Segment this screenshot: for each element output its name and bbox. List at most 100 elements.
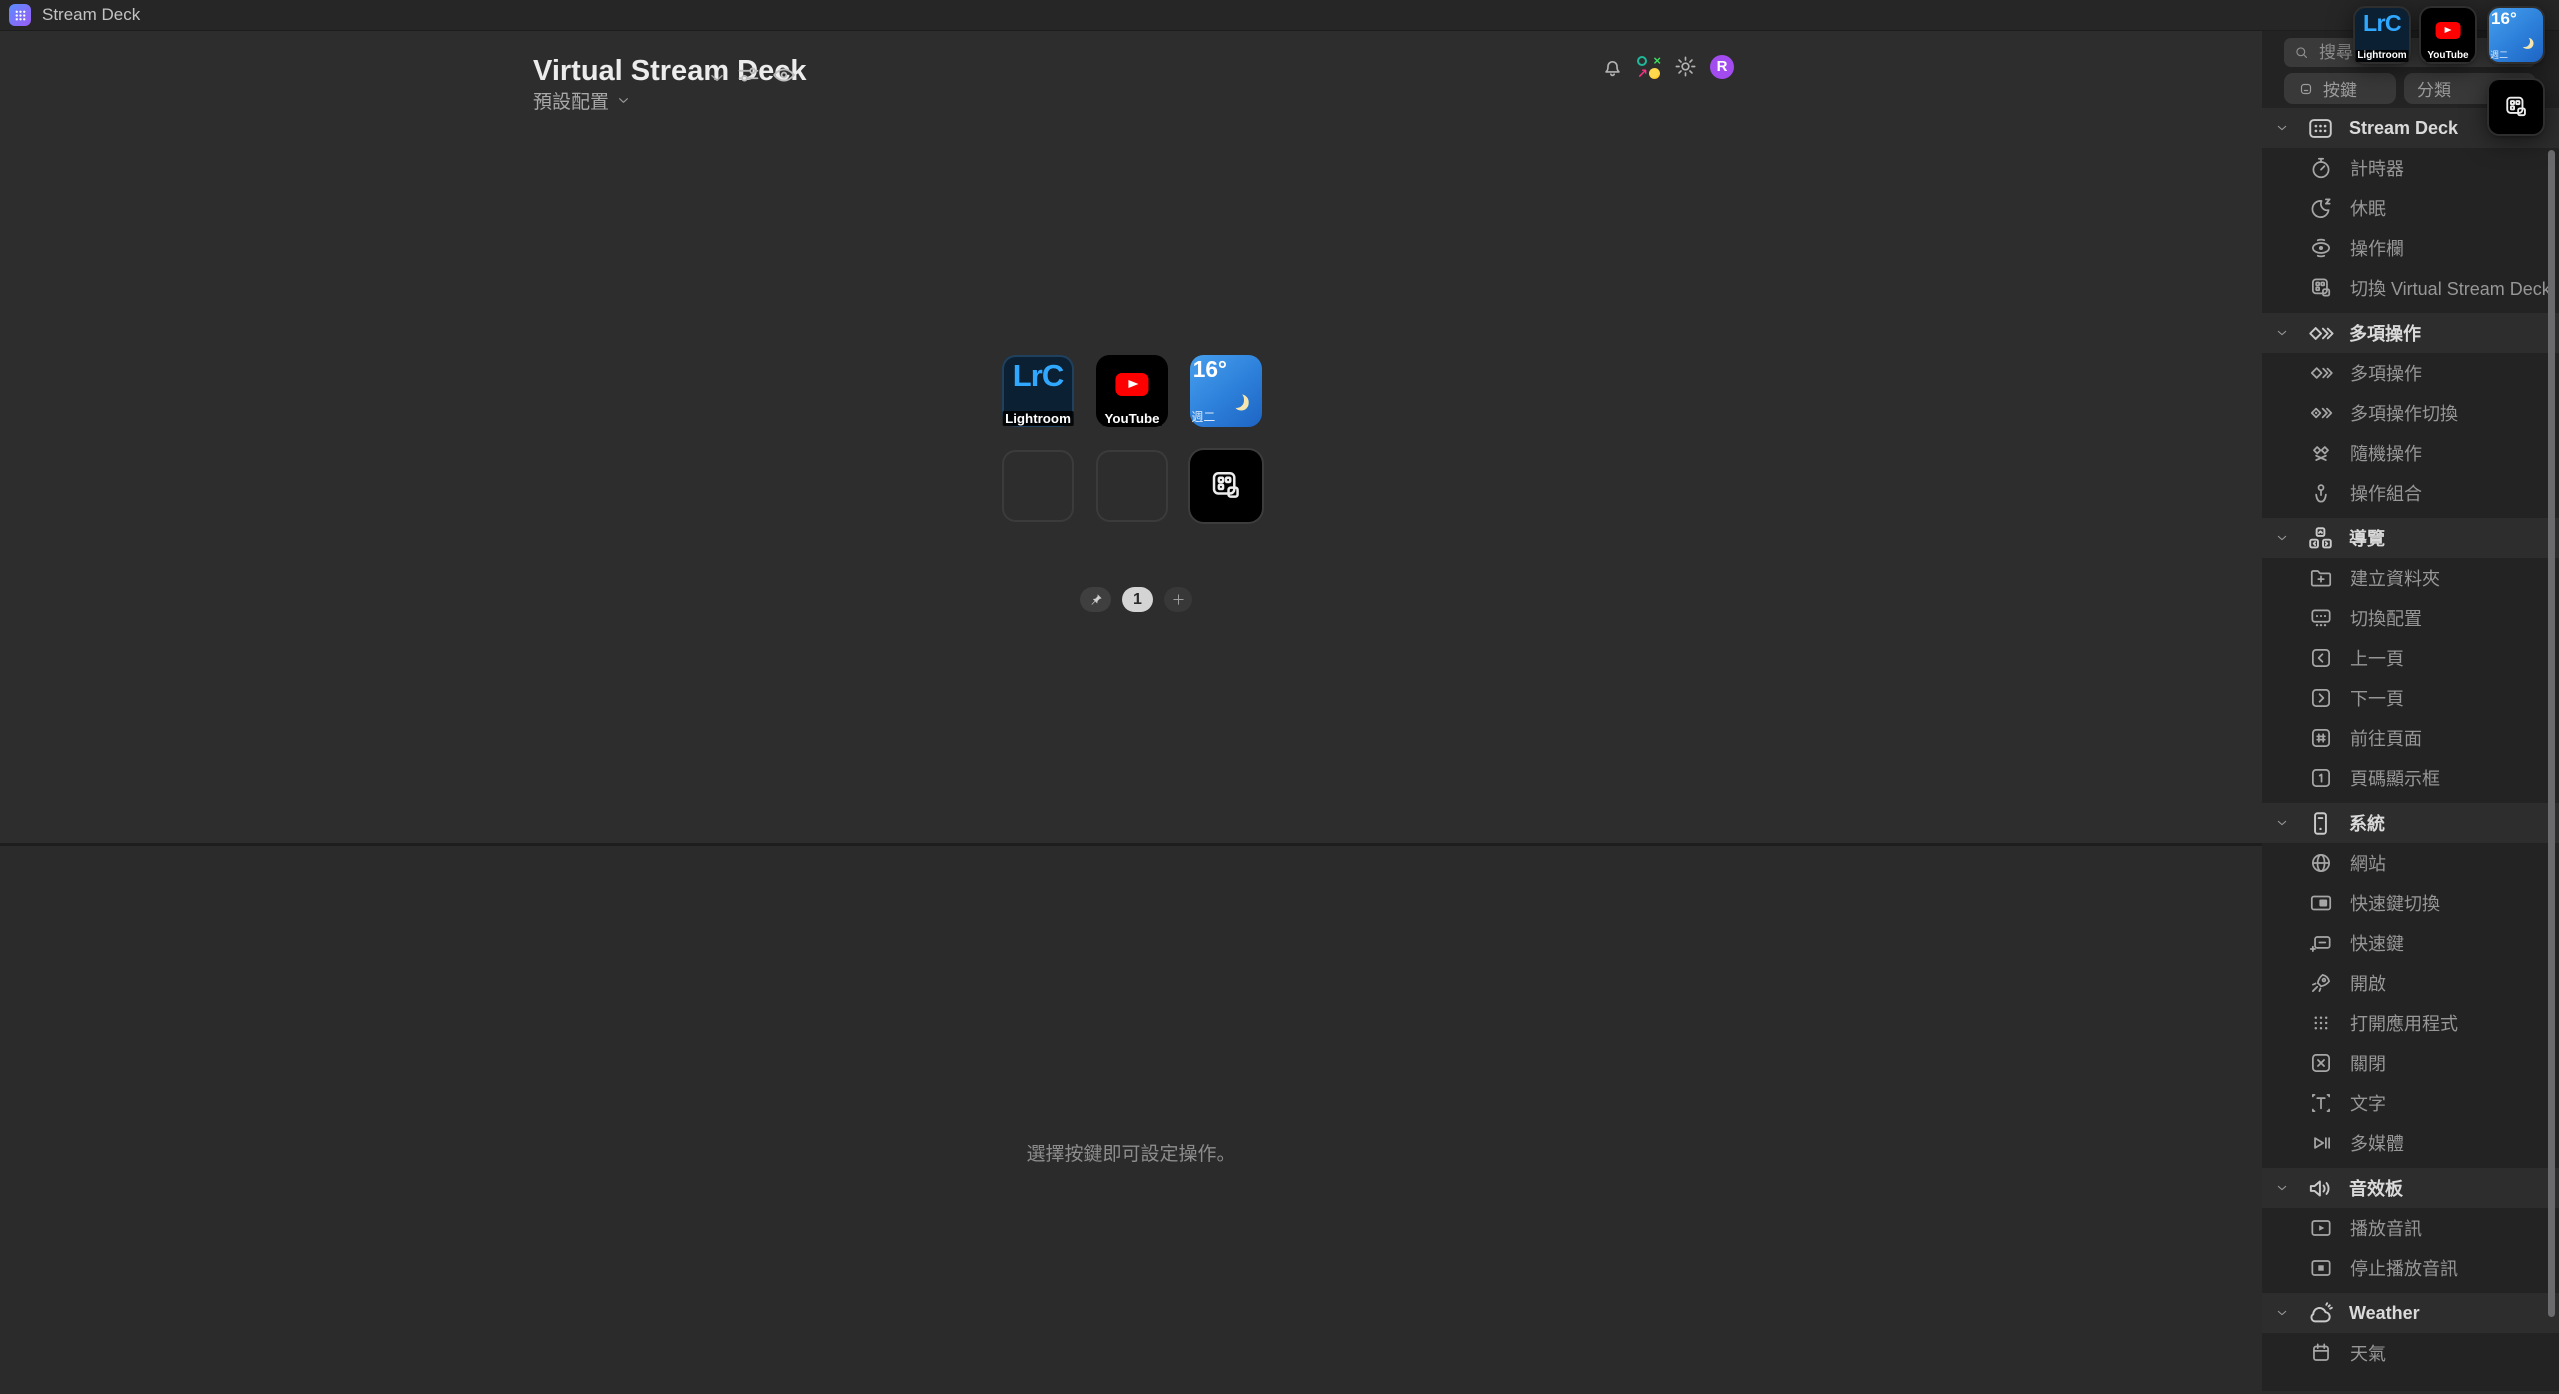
page-bar: 1 xyxy=(1080,587,1192,612)
notifications-bell-icon[interactable] xyxy=(1600,54,1625,79)
key-slot-empty[interactable] xyxy=(1002,450,1074,522)
app-logo-icon xyxy=(9,4,31,26)
key-title: YouTube xyxy=(1102,410,1162,427)
account-avatar[interactable]: R xyxy=(1710,54,1734,79)
overlay-visibility-eye-icon[interactable] xyxy=(770,61,798,89)
action-item-label: 關閉 xyxy=(2350,1054,2386,1074)
action-item[interactable]: 文字 xyxy=(2262,1083,2559,1123)
device-title[interactable]: Virtual Stream Deck xyxy=(533,55,807,88)
key-weather[interactable]: 16° 週二 xyxy=(1190,355,1262,427)
actions-sidebar: 按鍵 分類 Stream Deck 計時器休眠操作欄切換 Virtual Stre… xyxy=(2262,0,2559,1391)
action-item[interactable]: 前往頁面 xyxy=(2262,718,2559,758)
action-item-label: 切換配置 xyxy=(2350,609,2422,629)
vsd-icon xyxy=(2308,275,2334,301)
vsd-icon xyxy=(1213,472,1240,499)
action-item[interactable]: 下一頁 xyxy=(2262,678,2559,718)
chevron-down-icon xyxy=(2274,325,2290,341)
action-item[interactable]: 多項操作 xyxy=(2262,353,2559,393)
action-item[interactable]: 停止播放音訊 xyxy=(2262,1248,2559,1288)
action-item-label: 建立資料夾 xyxy=(2350,569,2440,589)
action-item[interactable]: 快速鍵切換 xyxy=(2262,883,2559,923)
marketplace-icon[interactable]: × ↗ xyxy=(1637,54,1661,80)
action-item-label: 多項操作 xyxy=(2350,364,2422,384)
section-header-weather[interactable]: Weather xyxy=(2262,1293,2559,1333)
sort-category-label: 分類 xyxy=(2417,81,2451,100)
action-item[interactable]: 播放音訊 xyxy=(2262,1208,2559,1248)
sidebar-scrollbar[interactable] xyxy=(2548,150,2555,1317)
action-item[interactable]: 休眠 xyxy=(2262,188,2559,228)
key-weather[interactable]: 16° 週二 xyxy=(2489,8,2543,62)
folder-plus-icon xyxy=(2308,565,2334,591)
plus-icon xyxy=(1171,592,1186,607)
action-item[interactable]: 快速鍵 xyxy=(2262,923,2559,963)
action-combo-icon xyxy=(2308,480,2334,506)
action-item-label: 快速鍵 xyxy=(2350,934,2404,954)
key-youtube[interactable]: YouTube xyxy=(1096,355,1168,427)
section-header-多項操作[interactable]: 多項操作 xyxy=(2262,313,2559,353)
settings-gear-icon[interactable] xyxy=(1673,54,1698,79)
key-lightroom[interactable]: LrC Lightroom xyxy=(1002,355,1074,427)
action-item[interactable]: 天氣 xyxy=(2262,1333,2559,1373)
key-title: YouTube xyxy=(2425,50,2471,62)
device-chevron-down-icon[interactable] xyxy=(706,67,728,89)
action-item[interactable]: 切換 Virtual Stream Deck xyxy=(2262,268,2559,308)
key-switch-virtual-stream-deck[interactable] xyxy=(1190,450,1262,522)
action-item-label: 文字 xyxy=(2350,1094,2386,1114)
action-item-label: 計時器 xyxy=(2350,159,2404,179)
action-item-label: 多媒體 xyxy=(2350,1134,2404,1154)
action-item[interactable]: 開啟 xyxy=(2262,963,2559,1003)
action-item-label: 切換 Virtual Stream Deck xyxy=(2350,279,2551,299)
action-bar-icon xyxy=(2308,235,2334,261)
action-item-label: 下一頁 xyxy=(2350,689,2404,709)
section-header-系統[interactable]: 系統 xyxy=(2262,803,2559,843)
section-header-音效板[interactable]: 音效板 xyxy=(2262,1168,2559,1208)
hotkey-switch-icon xyxy=(2308,890,2334,916)
action-item-label: 隨機操作 xyxy=(2350,444,2422,464)
action-item-label: 前往頁面 xyxy=(2350,729,2422,749)
profile-selector[interactable]: 預設配置 xyxy=(533,87,632,114)
action-item[interactable]: 隨機操作 xyxy=(2262,433,2559,473)
action-item[interactable]: 操作欄 xyxy=(2262,228,2559,268)
action-item[interactable]: 切換配置 xyxy=(2262,598,2559,638)
key-youtube[interactable]: YouTube xyxy=(2421,8,2475,62)
action-item[interactable]: 網站 xyxy=(2262,843,2559,883)
weather-day: 週二 xyxy=(2490,49,2508,60)
section-label: Weather xyxy=(2349,1302,2420,1323)
empty-selection-hint: 選擇按鍵即可設定操作。 xyxy=(1026,1144,1236,1165)
key-switch-virtual-stream-deck[interactable] xyxy=(2489,80,2543,134)
search-icon xyxy=(2293,44,2310,61)
pin-icon xyxy=(1088,592,1104,608)
pin-page-button[interactable] xyxy=(1080,587,1111,612)
action-item-label: 操作組合 xyxy=(2350,484,2422,504)
filter-keys-button[interactable]: 按鍵 xyxy=(2284,73,2396,104)
section-header-導覽[interactable]: 導覽 xyxy=(2262,518,2559,558)
multi-action-icon xyxy=(2308,360,2334,386)
action-item[interactable]: 上一頁 xyxy=(2262,638,2559,678)
current-page-indicator[interactable]: 1 xyxy=(1122,587,1153,612)
add-page-button[interactable] xyxy=(1164,587,1192,612)
page-display-icon xyxy=(2308,765,2334,791)
key-lightroom[interactable]: LrC Lightroom xyxy=(2355,8,2409,62)
chevron-down-icon xyxy=(2274,530,2290,546)
action-item[interactable]: 多項操作切換 xyxy=(2262,393,2559,433)
random-action-icon xyxy=(2308,440,2334,466)
action-item-label: 網站 xyxy=(2350,854,2386,874)
text-icon xyxy=(2308,1090,2334,1116)
action-item[interactable]: 關閉 xyxy=(2262,1043,2559,1083)
action-item[interactable]: 頁碼顯示框 xyxy=(2262,758,2559,798)
key-filter-icon xyxy=(2297,80,2315,98)
action-item[interactable]: 打開應用程式 xyxy=(2262,1003,2559,1043)
action-item[interactable]: 多媒體 xyxy=(2262,1123,2559,1163)
action-item-label: 操作欄 xyxy=(2350,239,2404,259)
action-item[interactable]: 計時器 xyxy=(2262,148,2559,188)
goto-page-icon xyxy=(2308,725,2334,751)
multi-action-switch-icon xyxy=(2308,400,2334,426)
action-item-label: 播放音訊 xyxy=(2350,1219,2422,1239)
key-slot-empty[interactable] xyxy=(1096,450,1168,522)
section-label: 多項操作 xyxy=(2349,324,2421,344)
device-settings-sliders-icon[interactable] xyxy=(735,61,762,88)
prev-page-icon xyxy=(2308,645,2334,671)
navigation-icon xyxy=(2306,524,2335,553)
action-item[interactable]: 建立資料夾 xyxy=(2262,558,2559,598)
action-item[interactable]: 操作組合 xyxy=(2262,473,2559,513)
